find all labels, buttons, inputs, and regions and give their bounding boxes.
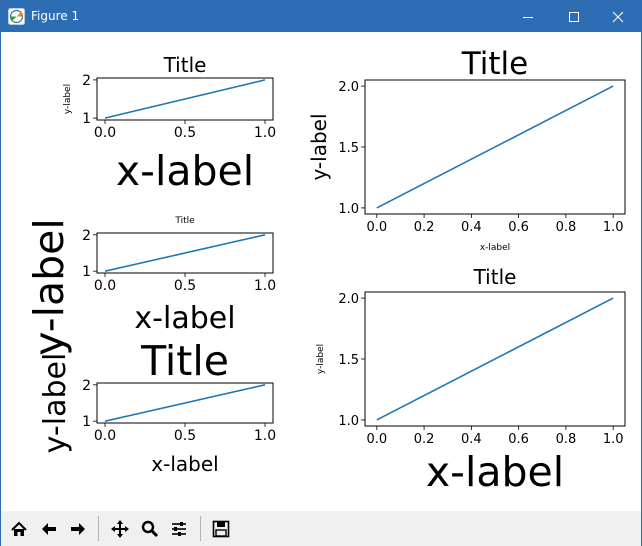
toolbar-separator [200, 516, 201, 541]
subplot-4-ytick-label: 2.0 [338, 80, 359, 95]
arrow-left-icon [41, 522, 56, 535]
configure-subplots-button[interactable] [165, 515, 192, 542]
subplot-1-title: Title [163, 53, 207, 77]
subplot-2-xtick-label: 1.0 [254, 278, 276, 294]
subplot-1-ylabel: y-label [63, 84, 73, 114]
app-icon [8, 8, 25, 25]
save-button[interactable] [207, 515, 234, 542]
subplot-3-ylabel: y-label [38, 353, 73, 454]
subplot-4-xtick-label: 0.4 [461, 220, 482, 235]
subplot-4-xtick-label: 0.6 [508, 220, 529, 235]
subplot-2-ytick-label: 2 [82, 228, 91, 244]
subplot-5-xtick-label: 0.0 [366, 432, 387, 447]
back-button[interactable] [35, 515, 62, 542]
subplot-4-title: Title [461, 46, 528, 82]
subplot-4-ylabel: y-label [307, 113, 331, 180]
subplot-5-xtick-label: 1.0 [603, 432, 624, 447]
subplot-4-xtick-label: 0.8 [556, 220, 577, 235]
minimize-button[interactable] [505, 1, 551, 32]
sliders-icon [171, 521, 186, 536]
subplot-4-ytick-label: 1.5 [338, 141, 359, 156]
subplot-1-ytick-label: 2 [82, 73, 91, 89]
subplot-5-xtick-label: 0.2 [414, 432, 435, 447]
forward-button[interactable] [64, 515, 91, 542]
subplot-2-title: Title [174, 216, 195, 226]
subplot-5-ylabel: y-label [316, 344, 326, 374]
subplot-2-ytick-label: 1 [82, 264, 91, 280]
subplot-4-xlabel: x-label [480, 243, 510, 253]
subplot-5-ytick-label: 2.0 [338, 292, 359, 307]
subplot-2-xtick-label: 0.0 [94, 278, 116, 294]
subplot-1-ytick-label: 1 [82, 111, 91, 127]
subplot-5-xlabel: x-label [426, 448, 564, 496]
window-title: Figure 1 [31, 9, 80, 23]
subplot-3-xtick-label: 0.5 [174, 428, 196, 444]
floppy-icon [212, 520, 229, 537]
subplot-1-xtick-label: 0.0 [94, 125, 116, 141]
close-button[interactable] [595, 1, 641, 32]
subplot-5-xtick-label: 0.6 [508, 432, 529, 447]
subplot-1-xlabel: x-label [116, 147, 254, 195]
subplot-5-xtick-label: 0.4 [461, 432, 482, 447]
figure-window: Figure 1 0.0 0.5 1.0 1 2 Title x-label y-label 0… [0, 0, 642, 546]
subplot-3-xlabel: x-label [151, 452, 218, 476]
maximize-button[interactable] [551, 1, 597, 32]
subplot-5-ytick-label: 1.5 [338, 353, 359, 368]
subplot-4-xtick-label: 0.2 [414, 220, 435, 235]
subplot-3-ytick-label: 1 [82, 414, 91, 430]
zoom-button[interactable] [136, 515, 163, 542]
minimize-icon [523, 16, 533, 18]
magnifier-icon [141, 520, 158, 537]
subplot-4-xtick-label: 0.0 [366, 220, 387, 235]
subplot-5-ytick-label: 1.0 [338, 414, 359, 429]
maximize-icon [569, 11, 579, 22]
subplot-3-ytick-label: 2 [82, 378, 91, 394]
subplot-1-xtick-label: 1.0 [254, 125, 276, 141]
home-icon [10, 521, 27, 536]
subplot-2-xtick-label: 0.5 [174, 278, 196, 294]
home-button[interactable] [5, 515, 32, 542]
move-icon [110, 519, 129, 538]
title-bar[interactable]: Figure 1 [1, 1, 641, 32]
figure-left-ylabel: y-label [25, 218, 73, 356]
pan-button[interactable] [106, 515, 133, 542]
subplot-3-xtick-label: 1.0 [254, 428, 276, 444]
close-icon [612, 11, 624, 22]
subplot-2-xlabel: x-label [134, 301, 235, 336]
navigation-toolbar [1, 511, 641, 546]
subplot-5-title: Title [473, 265, 517, 289]
subplot-3-title: Title [140, 337, 229, 385]
subplot-4-xtick-label: 1.0 [603, 220, 624, 235]
toolbar-separator [98, 516, 99, 541]
subplot-4-ytick-label: 1.0 [338, 202, 359, 217]
subplot-5-xtick-label: 0.8 [556, 432, 577, 447]
arrow-right-icon [70, 522, 85, 535]
subplot-3-xtick-label: 0.0 [94, 428, 116, 444]
figure-canvas[interactable]: 0.0 0.5 1.012Titlex-labely-label0.0 0.5 1.01… [1, 32, 641, 511]
subplot-1-xtick-label: 0.5 [174, 125, 196, 141]
